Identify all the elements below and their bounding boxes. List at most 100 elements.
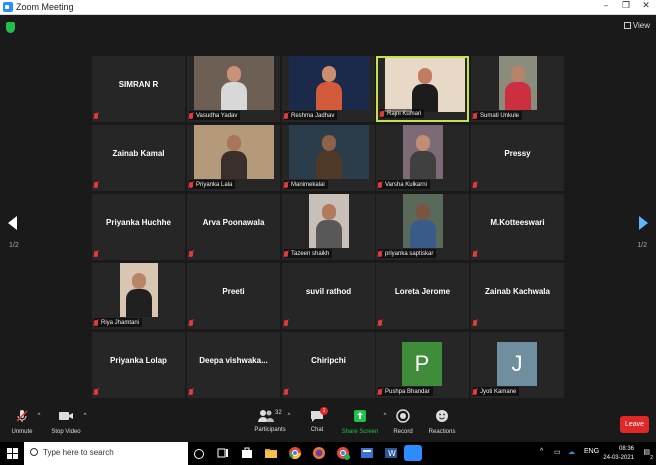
stop-video-button[interactable]: Stop Video (50, 409, 82, 435)
view-button[interactable]: View (623, 21, 650, 30)
participant-video (194, 125, 274, 179)
chrome-notification-icon[interactable] (336, 446, 350, 460)
reactions-button[interactable]: Reactions (426, 409, 458, 435)
chat-badge: 1 (320, 407, 328, 415)
reactions-label: Reactions (428, 429, 456, 435)
cortana-icon[interactable] (194, 449, 204, 459)
task-view-icon[interactable] (216, 446, 230, 460)
participant-video (194, 56, 274, 110)
muted-mic-icon (94, 250, 98, 257)
security-shield-icon[interactable] (6, 22, 15, 33)
participant-name-label: Vasudha Yadav (189, 111, 241, 120)
participant-display-name: Priyanka Huchhe (106, 217, 171, 227)
participant-tile[interactable]: Priyanka Huchhe (92, 194, 185, 260)
muted-mic-icon (380, 110, 384, 117)
person-silhouette (227, 66, 241, 82)
chrome-icon[interactable] (288, 446, 302, 460)
network-icon[interactable]: ▭ (554, 448, 561, 456)
participant-tile[interactable]: Pressy (471, 125, 564, 191)
leave-button[interactable]: Leave (620, 416, 649, 433)
participant-tile[interactable]: Manimekalai (282, 125, 375, 191)
close-button[interactable]: ✕ (636, 0, 656, 14)
participant-tile[interactable]: Reshma Jadhav (282, 56, 375, 122)
person-silhouette (416, 204, 430, 220)
share-screen-icon (354, 410, 366, 422)
video-options-caret[interactable]: ^ (82, 413, 88, 419)
tray-chevron-icon[interactable]: ^ (540, 448, 543, 455)
zoom-app-icon (3, 2, 13, 12)
participant-tile[interactable]: J Jyoti Kamane (471, 332, 564, 398)
video-camera-icon (59, 412, 73, 420)
audio-options-caret[interactable]: ^ (36, 413, 42, 419)
participant-tile[interactable]: Tazeen shaikh (282, 194, 375, 260)
participant-tile[interactable]: Loreta Jerome (376, 263, 469, 329)
minimize-button[interactable]: – (596, 0, 616, 14)
record-button[interactable]: Record (390, 409, 416, 435)
participant-tile[interactable]: Arva Poonawala (187, 194, 280, 260)
person-silhouette (416, 135, 430, 151)
person-body (126, 289, 152, 317)
participant-tile[interactable]: Deepa vishwaka... (187, 332, 280, 398)
person-silhouette (322, 66, 336, 82)
participant-name-label (94, 249, 101, 258)
muted-mic-icon (284, 181, 288, 188)
windows-start-icon[interactable] (7, 448, 18, 459)
participant-name-label (473, 249, 480, 258)
prev-page-arrow-icon[interactable] (8, 216, 17, 230)
participant-display-name: Chiripchi (311, 355, 346, 365)
participant-name-label: Rajni Kumari (380, 109, 425, 118)
participant-tile[interactable]: Preeti (187, 263, 280, 329)
next-page-arrow-icon[interactable] (639, 216, 648, 230)
participant-video (403, 194, 443, 248)
person-body (316, 82, 342, 110)
share-screen-button[interactable]: Share Screen (340, 409, 380, 435)
participant-tile[interactable]: SIMRAN R (92, 56, 185, 122)
person-silhouette (418, 68, 432, 84)
participant-tile[interactable]: Varsha Kulkarni (376, 125, 469, 191)
participant-tile[interactable]: Zainab Kamal (92, 125, 185, 191)
person-silhouette (132, 273, 146, 289)
participants-button[interactable]: 32 Participants (252, 409, 288, 433)
edge-icon[interactable] (360, 446, 374, 460)
onedrive-icon[interactable]: ☁ (568, 448, 575, 456)
firefox-icon[interactable] (312, 446, 326, 460)
window-title: Zoom Meeting (16, 2, 74, 12)
view-label: View (632, 21, 650, 30)
participant-name-label: priyanka saptiskar (378, 249, 437, 258)
participant-tile[interactable]: Vasudha Yadav (187, 56, 280, 122)
participant-tile[interactable]: Priyanka Lolap (92, 332, 185, 398)
store-icon[interactable] (240, 446, 254, 460)
taskbar-clock[interactable]: 08:36 24-03-2021 (603, 445, 634, 463)
participant-tile[interactable]: P Pushpa Bhandar (376, 332, 469, 398)
participant-name-label (189, 318, 196, 327)
participant-name: Jyoti Kamane (480, 388, 517, 395)
input-language[interactable]: ENG (584, 448, 599, 455)
share-caret[interactable]: ^ (382, 413, 388, 419)
clock-date: 24-03-2021 (603, 455, 634, 461)
taskbar-search-box[interactable]: Type here to search (24, 442, 188, 465)
word-icon[interactable]: W (384, 446, 398, 460)
participant-display-name: SIMRAN R (118, 79, 159, 89)
participant-tile[interactable]: Sumati Unkule (471, 56, 564, 122)
participant-tile[interactable]: suvil rathod (282, 263, 375, 329)
unmute-button[interactable]: Unmute (10, 409, 34, 435)
zoom-taskbar-icon[interactable] (404, 445, 422, 461)
restore-button[interactable]: ❐ (616, 0, 636, 14)
person-body (410, 151, 436, 179)
participant-tile[interactable]: Riya Jhamtani (92, 263, 185, 329)
participant-name: Pushpa Bhandar (385, 388, 430, 395)
participants-caret[interactable]: ^ (286, 413, 292, 419)
participant-tile[interactable]: Priyanka Lala (187, 125, 280, 191)
muted-mic-icon (473, 319, 477, 326)
participant-tile[interactable]: Rajni Kumari (376, 56, 469, 122)
muted-mic-icon (378, 388, 382, 395)
participant-tile[interactable]: M.Kotteeswari (471, 194, 564, 260)
participant-name: Varsha Kulkarni (385, 181, 427, 188)
participants-label: Participants (254, 427, 286, 433)
chat-button[interactable]: 1 Chat (305, 407, 329, 433)
file-explorer-icon[interactable] (264, 446, 278, 460)
participant-tile[interactable]: Chiripchi (282, 332, 375, 398)
notification-center-icon[interactable]: ▤ (643, 448, 650, 456)
participant-tile[interactable]: priyanka saptiskar (376, 194, 469, 260)
participant-tile[interactable]: Zainab Kachwala (471, 263, 564, 329)
